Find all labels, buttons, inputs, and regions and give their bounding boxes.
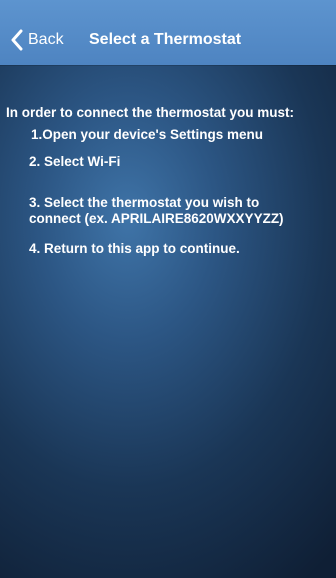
screen: Back Select a Thermostat In order to con…: [0, 0, 336, 578]
step-2: 2. Select Wi-Fi: [29, 154, 121, 169]
navigation-bar: Back Select a Thermostat: [0, 0, 336, 65]
step-3-line-1: 3. Select the thermostat you wish to: [29, 195, 260, 210]
page-title: Select a Thermostat: [89, 31, 242, 48]
back-button[interactable]: Back: [10, 29, 64, 51]
step-3-line-2: connect (ex. APRILAIRE8620WXXYYZZ): [29, 211, 284, 226]
back-label: Back: [28, 31, 64, 48]
step-3: 3. Select the thermostat you wish to con…: [29, 195, 284, 227]
step-1: 1.Open your device's Settings menu: [31, 127, 264, 142]
step-4: 4. Return to this app to continue.: [29, 241, 240, 256]
chevron-left-icon: [11, 29, 23, 51]
instructions-intro: In order to connect the thermostat you m…: [6, 105, 295, 120]
